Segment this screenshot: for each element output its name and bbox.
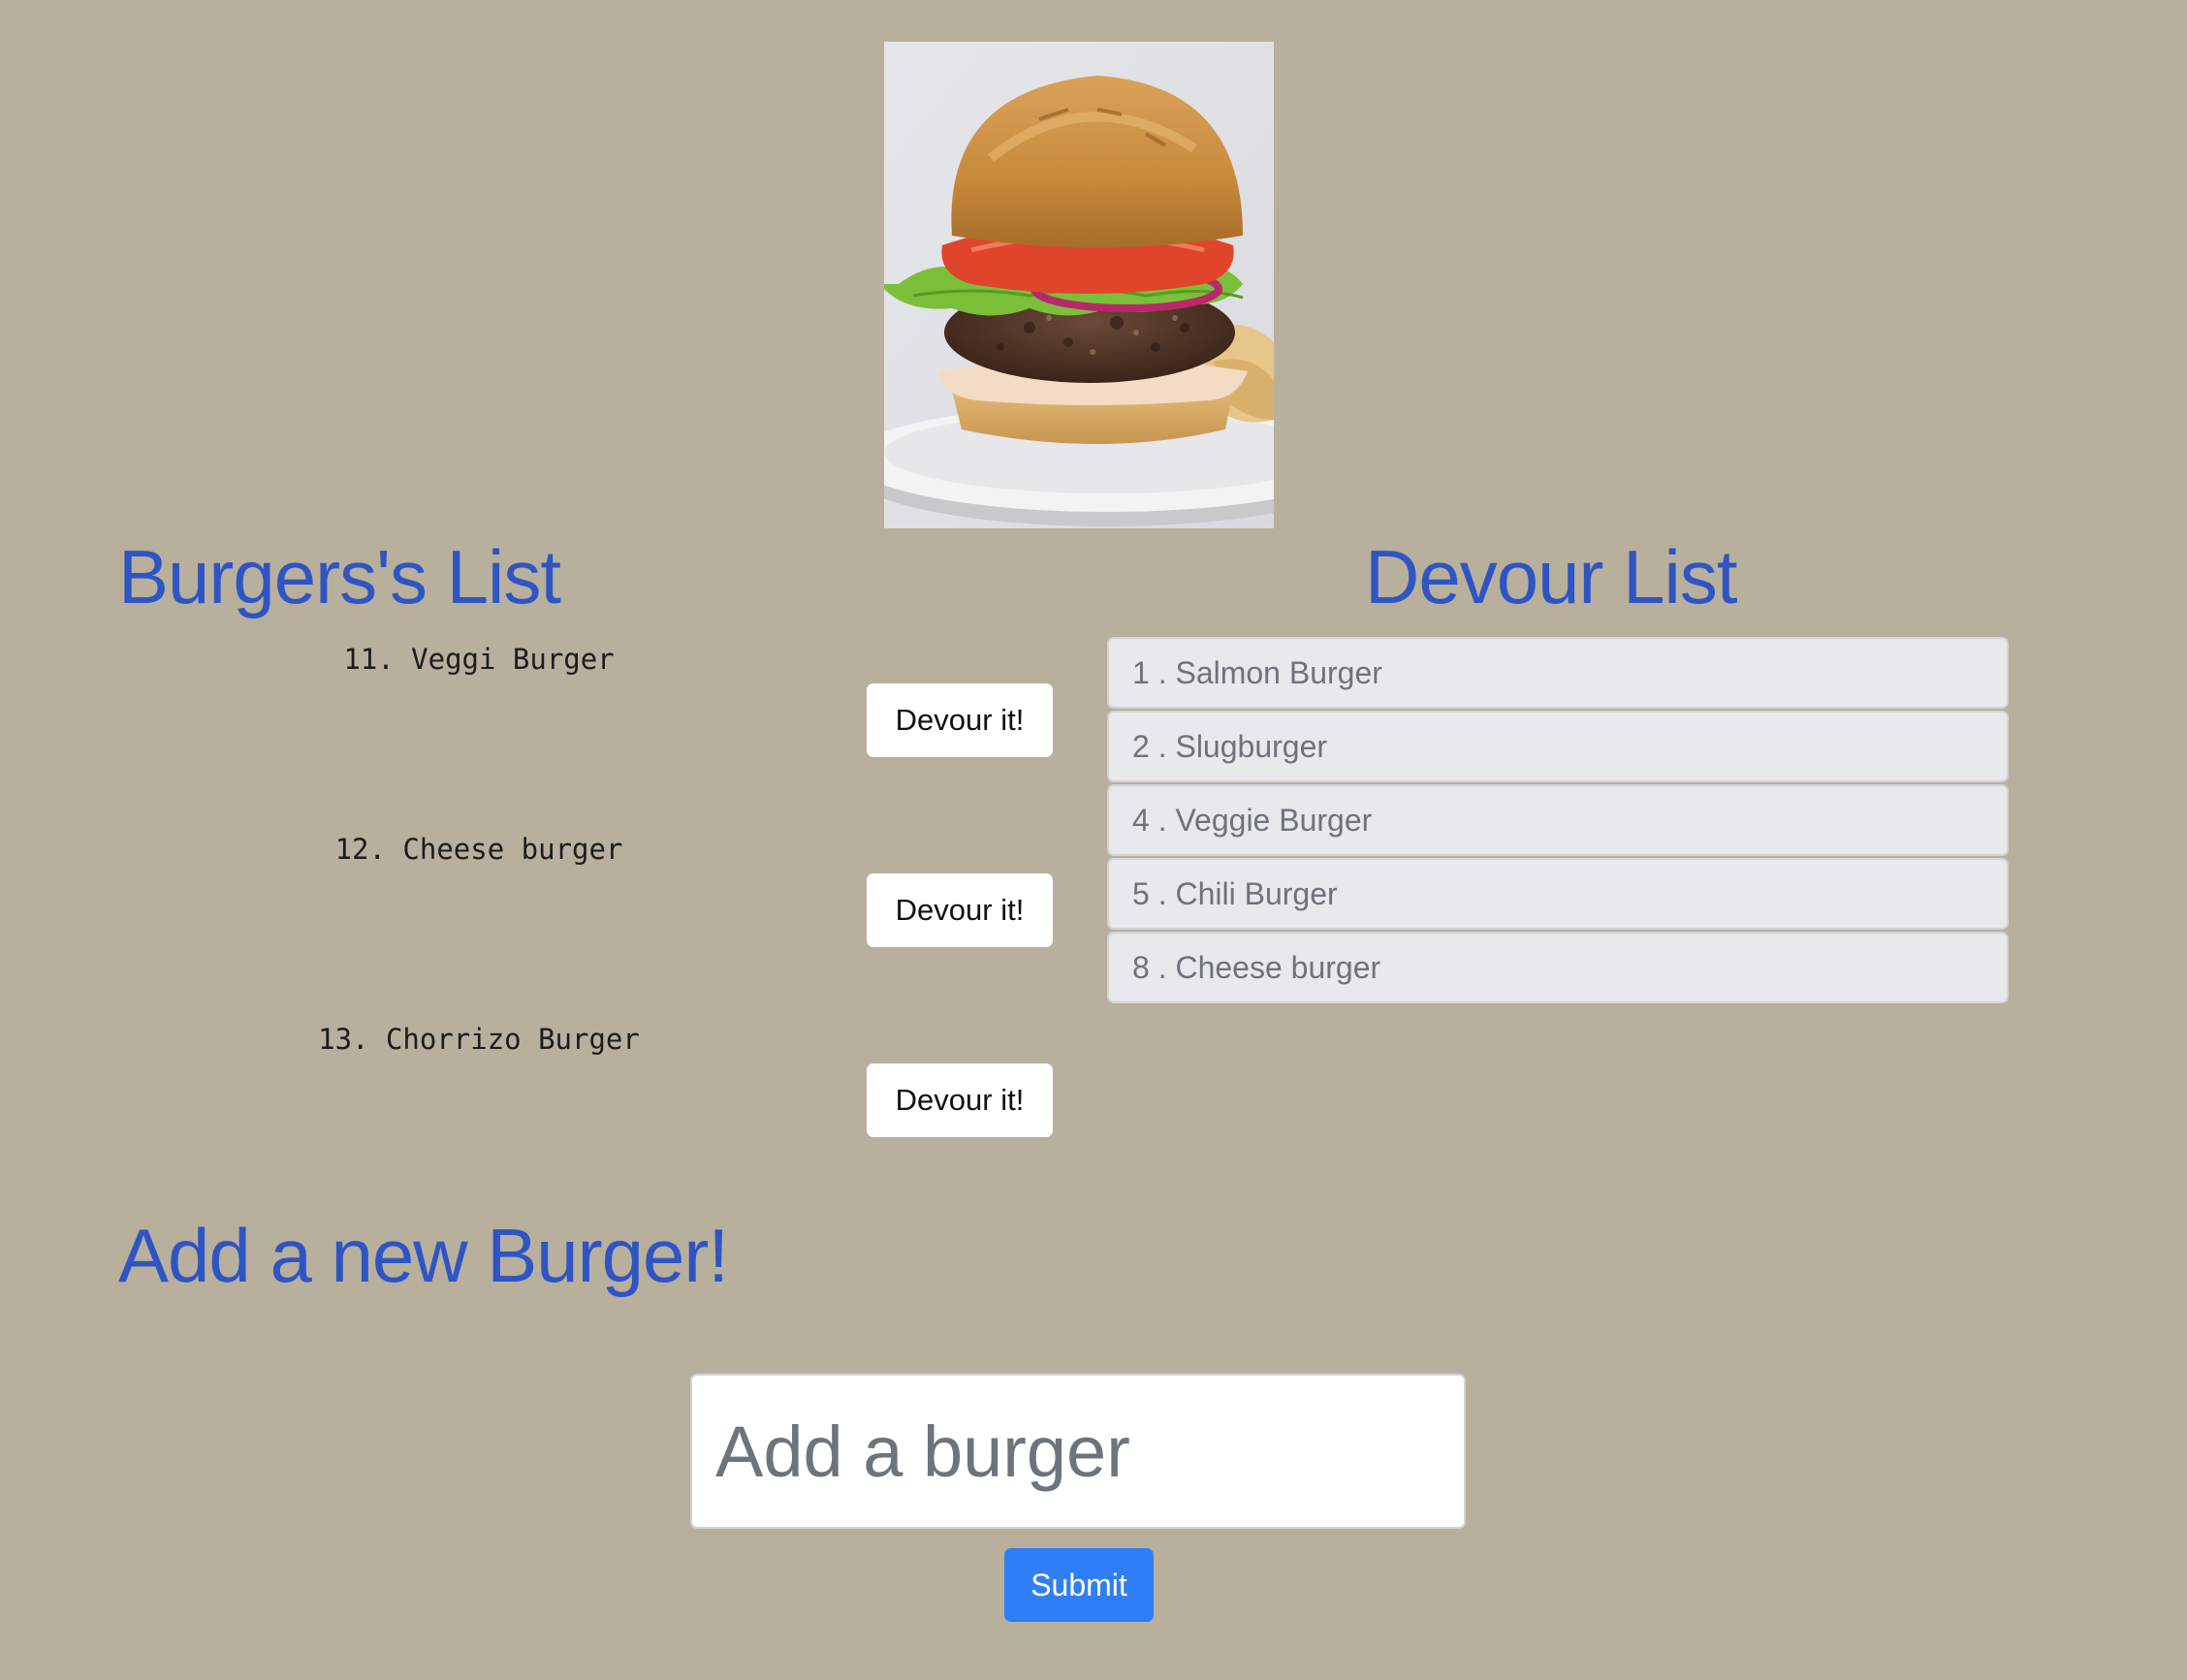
devour-it-button[interactable]: Devour it! — [867, 683, 1053, 757]
burger-list-item: 11. Veggi Burger Devour it! — [118, 637, 1053, 827]
devour-list-item: 1 . Salmon Burger — [1107, 637, 2009, 709]
burger-name: 13. Chorrizo Burger — [318, 1023, 640, 1056]
devour-list-item: 8 . Cheese burger — [1107, 932, 2009, 1003]
devour-it-button[interactable]: Devour it! — [867, 873, 1053, 947]
devour-list-item: 4 . Veggie Burger — [1107, 784, 2009, 856]
burgers-list-heading: Burgers's List — [118, 534, 561, 619]
devour-list-heading: Devour List — [1365, 534, 1737, 619]
burger-photo — [884, 42, 1274, 528]
submit-button[interactable]: Submit — [1004, 1548, 1154, 1622]
burger-name: 12. Cheese burger — [334, 833, 623, 866]
devour-list-item: 2 . Slugburger — [1107, 711, 2009, 782]
devour-list: 1 . Salmon Burger 2 . Slugburger 4 . Veg… — [1107, 637, 2009, 1005]
burger-name: 11. Veggi Burger — [343, 643, 615, 676]
burger-list-item: 13. Chorrizo Burger Devour it! — [118, 1017, 1053, 1207]
add-burger-heading: Add a new Burger! — [118, 1213, 729, 1298]
burger-list-item: 12. Cheese burger Devour it! — [118, 827, 1053, 1017]
add-burger-input[interactable] — [690, 1374, 1466, 1529]
devour-list-item: 5 . Chili Burger — [1107, 858, 2009, 930]
devour-it-button[interactable]: Devour it! — [867, 1063, 1053, 1137]
